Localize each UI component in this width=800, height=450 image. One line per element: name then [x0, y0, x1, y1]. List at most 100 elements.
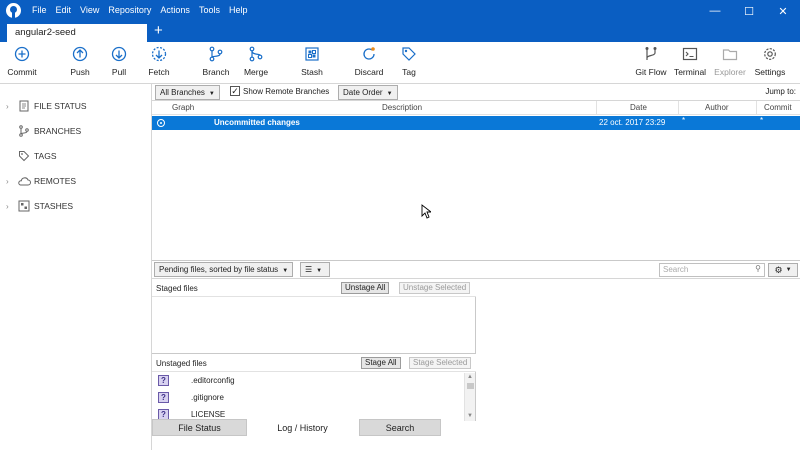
- commit-hash: *: [760, 116, 764, 125]
- scrollbar-thumb[interactable]: [467, 383, 474, 389]
- tag-button[interactable]: Tag: [385, 46, 433, 77]
- list-item[interactable]: ? .editorconfig: [158, 373, 235, 387]
- log-column-header: Graph Description Date Author Commit: [152, 101, 800, 115]
- sidebar-item-remotes[interactable]: › REMOTES: [6, 173, 76, 189]
- untracked-file-icon: ?: [158, 408, 169, 420]
- sidebar-item-tags[interactable]: TAGS: [6, 148, 57, 164]
- settings-label: Settings: [754, 67, 786, 77]
- commit-label: Commit: [7, 67, 37, 77]
- discard-label: Discard: [354, 67, 384, 77]
- menu-edit[interactable]: Edit: [56, 5, 72, 15]
- file-pane-toolbar: Pending files, sorted by file status ▼ ☰ ▼…: [152, 260, 800, 279]
- file-name: .editorconfig: [191, 375, 235, 385]
- menu-tools[interactable]: Tools: [199, 5, 220, 15]
- stash-icon: [16, 200, 32, 212]
- commit-icon: [14, 46, 30, 62]
- chevron-right-icon[interactable]: ›: [6, 102, 16, 111]
- sidebar-item-label: BRANCHES: [34, 126, 82, 136]
- settings-button[interactable]: Settings: [746, 46, 794, 77]
- sidebar-item-branches[interactable]: BRANCHES: [6, 123, 81, 139]
- folder-icon: [722, 46, 738, 62]
- chevron-down-icon: ▼: [208, 91, 215, 97]
- close-button[interactable]: ✕: [766, 0, 800, 22]
- terminal-label: Terminal: [673, 67, 707, 77]
- view-mode-dropdown[interactable]: ☰ ▼: [300, 262, 330, 277]
- tag-icon: [16, 150, 32, 162]
- sidebar-item-label: FILE STATUS: [34, 101, 87, 111]
- chevron-down-icon: ▼: [785, 267, 792, 273]
- minimize-button[interactable]: —: [698, 0, 732, 22]
- column-graph[interactable]: Graph: [172, 103, 194, 112]
- mouse-cursor-icon: [421, 204, 433, 221]
- sidebar-item-label: REMOTES: [34, 176, 77, 186]
- show-remote-checkbox[interactable]: ✓: [230, 86, 240, 96]
- sourcetree-window: File Edit View Repository Actions Tools …: [0, 0, 800, 450]
- commit-date: 22 oct. 2017 23:29: [599, 118, 666, 127]
- stage-all-button[interactable]: Stage All: [361, 357, 401, 369]
- order-dropdown[interactable]: Date Order ▼: [338, 85, 398, 100]
- menu-file[interactable]: File: [32, 5, 47, 15]
- list-icon: ☰: [305, 265, 313, 274]
- column-date[interactable]: Date: [630, 103, 647, 112]
- tab-file-status[interactable]: File Status: [152, 419, 247, 436]
- column-description[interactable]: Description: [382, 103, 422, 112]
- file-name: LICENSE: [191, 409, 226, 419]
- chevron-right-icon[interactable]: ›: [6, 177, 16, 186]
- menu-actions[interactable]: Actions: [160, 5, 190, 15]
- unstaged-files-pane: Unstaged files Stage All Stage Selected …: [152, 353, 476, 421]
- tab-search[interactable]: Search: [359, 419, 441, 436]
- maximize-button[interactable]: ☐: [732, 0, 766, 22]
- app-logo-icon: [6, 3, 21, 18]
- unstage-selected-button[interactable]: Unstage Selected: [399, 282, 471, 294]
- list-item[interactable]: ? .gitignore: [158, 390, 224, 404]
- toolbar: Commit Push Pull Fetch Branch Merge Stas…: [0, 42, 800, 84]
- file-sort-dropdown[interactable]: Pending files, sorted by file status ▼: [154, 262, 294, 277]
- cloud-icon: [16, 175, 32, 187]
- stage-selected-button[interactable]: Stage Selected: [409, 357, 472, 369]
- show-remote-branches-option[interactable]: ✓ Show Remote Branches: [230, 86, 329, 96]
- menu-repository[interactable]: Repository: [108, 5, 151, 15]
- stash-button[interactable]: Stash: [288, 46, 336, 77]
- sidebar-item-file-status[interactable]: › FILE STATUS: [6, 98, 87, 114]
- tag-icon: [401, 46, 417, 62]
- chevron-down-icon: ▼: [316, 268, 323, 274]
- sidebar: › FILE STATUS BRANCHES TAGS › REMOTES › …: [0, 84, 152, 450]
- table-row[interactable]: Uncommitted changes 22 oct. 2017 23:29 *…: [152, 116, 800, 130]
- menu-help[interactable]: Help: [229, 5, 248, 15]
- git-flow-label: Git Flow: [635, 67, 667, 77]
- new-tab-button[interactable]: +: [154, 23, 163, 39]
- tag-label: Tag: [402, 67, 416, 77]
- scroll-up-icon[interactable]: ▲: [467, 374, 473, 380]
- branch-filter-dropdown[interactable]: All Branches ▼: [155, 85, 220, 100]
- file-options-button[interactable]: ⚙ ▼: [768, 263, 798, 277]
- repo-tab[interactable]: angular2-seed: [7, 24, 147, 42]
- staged-files-header: Staged files Unstage All Unstage Selecte…: [152, 279, 476, 297]
- tab-log-history[interactable]: Log / History: [249, 419, 356, 436]
- unstaged-scrollbar[interactable]: ▲ ▼: [464, 373, 475, 421]
- commit-button[interactable]: Commit: [0, 46, 46, 77]
- chevron-down-icon: ▼: [282, 268, 289, 274]
- untracked-file-icon: ?: [158, 374, 169, 386]
- menu-bar: File Edit View Repository Actions Tools …: [32, 5, 256, 15]
- stash-icon: [304, 46, 320, 62]
- search-input[interactable]: Search ⚲: [659, 263, 765, 277]
- column-author[interactable]: Author: [705, 103, 729, 112]
- discard-icon: [361, 46, 377, 62]
- fetch-button[interactable]: Fetch: [135, 46, 183, 77]
- branch-icon: [16, 125, 32, 137]
- menu-view[interactable]: View: [80, 5, 99, 15]
- jump-to-label: Jump to:: [765, 87, 796, 96]
- unstage-all-button[interactable]: Unstage All: [341, 282, 390, 294]
- column-commit[interactable]: Commit: [764, 103, 792, 112]
- sidebar-item-stashes[interactable]: › STASHES: [6, 198, 73, 214]
- merge-button[interactable]: Merge: [232, 46, 280, 77]
- unstaged-files-title: Unstaged files: [156, 359, 207, 368]
- commit-author: *: [682, 116, 686, 125]
- staged-files-pane: Staged files Unstage All Unstage Selecte…: [152, 279, 476, 353]
- chevron-right-icon[interactable]: ›: [6, 202, 16, 211]
- gear-icon: [762, 46, 778, 62]
- fetch-label: Fetch: [148, 67, 170, 77]
- merge-label: Merge: [243, 67, 269, 77]
- git-flow-icon: [643, 46, 659, 62]
- untracked-file-icon: ?: [158, 391, 169, 403]
